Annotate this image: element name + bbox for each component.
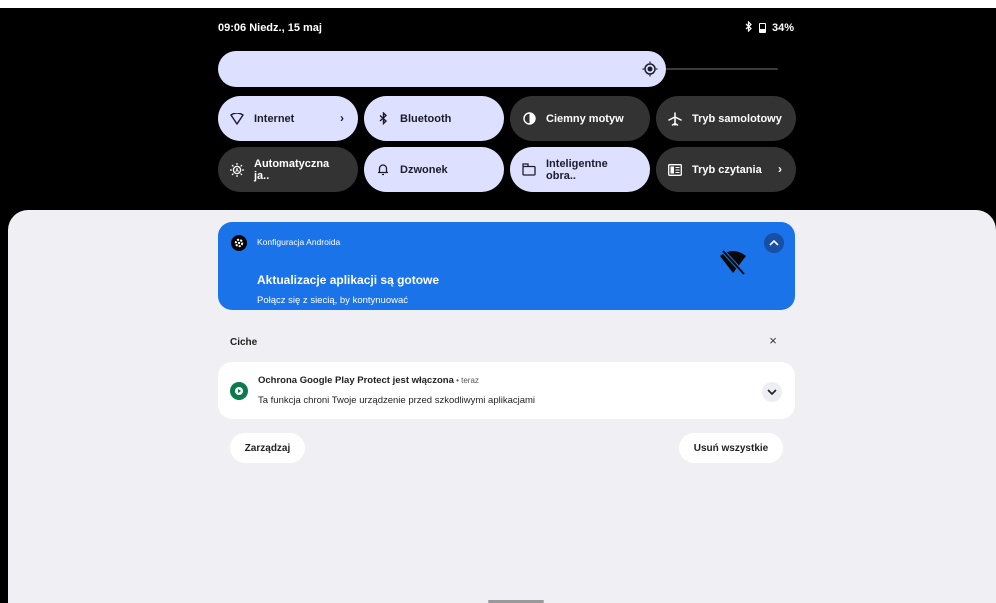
tile-ringer[interactable]: Dzwonek: [364, 147, 504, 192]
svg-text:A: A: [235, 168, 239, 174]
tile-smart-rotate[interactable]: Inteligentne obra..: [510, 147, 650, 192]
close-icon[interactable]: ×: [766, 334, 780, 348]
notification-app-name: Konfiguracja Androida: [257, 237, 341, 247]
brightness-icon: [642, 61, 658, 77]
auto-brightness-icon: A: [230, 162, 244, 177]
status-icons: 34%: [745, 20, 794, 35]
tile-auto-brightness[interactable]: A Automatyczna ja..: [218, 147, 358, 192]
wifi-icon: [230, 112, 244, 126]
notification-time: • teraz: [453, 376, 479, 385]
chevron-right-icon: ›: [340, 111, 344, 125]
collapse-button[interactable]: [764, 233, 784, 253]
brightness-fill: [218, 51, 666, 87]
battery-percent: 34%: [771, 22, 794, 34]
notification-play-protect[interactable]: Ochrona Google Play Protect jest włączon…: [218, 362, 795, 419]
tile-dark-mode[interactable]: Ciemny motyw: [510, 96, 650, 141]
brightness-track: [666, 68, 778, 70]
silent-section-label: Ciche: [230, 337, 258, 348]
play-protect-icon: [230, 382, 248, 400]
notifications-panel: Konfiguracja Androida Aktualizacje aplik…: [8, 210, 996, 603]
tile-label: Tryb czytania: [692, 163, 762, 176]
tile-reading-mode[interactable]: Tryb czytania ›: [656, 147, 796, 192]
tile-label: Bluetooth: [400, 112, 452, 125]
bluetooth-icon: [376, 112, 390, 126]
notification-title: Aktualizacje aplikacji są gotowe: [257, 273, 440, 287]
notification-text: Połącz się z siecią, by kontynuować: [257, 295, 409, 306]
tile-internet[interactable]: Internet ›: [218, 96, 358, 141]
tile-label: Internet: [254, 112, 295, 125]
airplane-icon: [668, 111, 682, 126]
tile-label: Automatyczna ja..: [254, 157, 330, 182]
chevron-down-icon: [767, 389, 777, 395]
tile-airplane-mode[interactable]: Tryb samolotowy: [656, 96, 796, 141]
chevron-up-icon: [769, 240, 779, 246]
smart-rotate-icon: [522, 163, 536, 177]
reading-mode-icon: [668, 163, 682, 177]
wifi-off-icon: [720, 249, 746, 276]
battery-icon: [758, 23, 766, 33]
top-strip: [0, 0, 996, 8]
tile-label: Inteligentne obra..: [546, 157, 608, 182]
status-bar: 09:06 Niedz., 15 maj 34%: [218, 20, 794, 36]
notification-app-updates[interactable]: Konfiguracja Androida Aktualizacje aplik…: [218, 222, 795, 310]
tile-label: Tryb samolotowy: [692, 112, 782, 125]
chevron-right-icon: ›: [778, 162, 782, 176]
clear-all-button[interactable]: Usuń wszystkie: [679, 433, 783, 463]
bell-icon: [376, 163, 390, 177]
settings-icon: [231, 235, 247, 251]
dark-mode-icon: [522, 112, 536, 126]
notification-title-text: Ochrona Google Play Protect jest włączon…: [258, 375, 454, 386]
manage-button[interactable]: Zarządzaj: [230, 433, 305, 463]
notification-shade: 09:06 Niedz., 15 maj 34% Internet › Blue…: [0, 0, 996, 603]
tile-label: Ciemny motyw: [546, 112, 624, 125]
bluetooth-icon: [745, 20, 753, 35]
brightness-slider[interactable]: [218, 51, 778, 87]
notification-text: Ta funkcja chroni Twoje urządzenie przed…: [258, 395, 536, 406]
quick-settings-tiles: Internet › Bluetooth Ciemny motyw Tryb s…: [218, 96, 796, 192]
expand-button[interactable]: [762, 382, 782, 402]
tile-label: Dzwonek: [400, 163, 448, 176]
tile-bluetooth[interactable]: Bluetooth: [364, 96, 504, 141]
notification-title: Ochrona Google Play Protect jest włączon…: [258, 375, 479, 386]
status-datetime: 09:06 Niedz., 15 maj: [218, 22, 322, 34]
